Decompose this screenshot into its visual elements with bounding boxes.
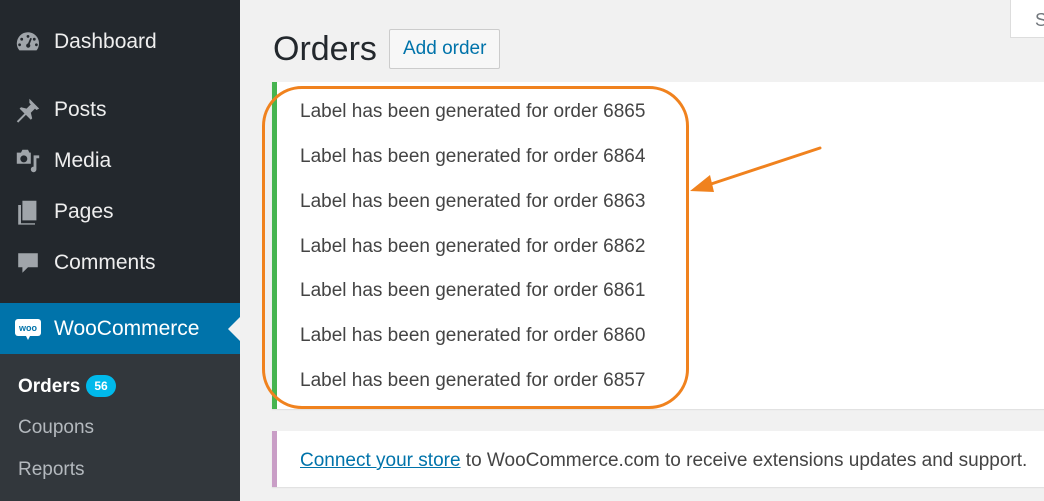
sidebar-item-label: Dashboard — [54, 30, 157, 53]
notice-message: Label has been generated for order 6861 — [300, 280, 646, 301]
sidebar-item-media[interactable]: Media — [0, 136, 240, 186]
submenu-item-label: Orders — [18, 376, 81, 397]
sidebar-item-dashboard[interactable]: Dashboard — [0, 17, 240, 67]
success-notice: Label has been generated for order 6865 … — [272, 82, 1044, 409]
orders-count-badge: 56 — [86, 375, 116, 397]
annotation-arrow-icon — [690, 146, 822, 192]
admin-sidebar: Dashboard Posts Media Pages Comments woo… — [0, 0, 240, 501]
page-title: Orders — [273, 30, 377, 68]
sidebar-item-label: Comments — [54, 251, 156, 274]
submenu-item-coupons[interactable]: Coupons — [18, 417, 94, 439]
screen-options-tab[interactable]: S — [1010, 0, 1044, 38]
notice-message: Label has been generated for order 6864 — [300, 146, 646, 167]
sidebar-item-label: Posts — [54, 98, 107, 121]
add-order-button[interactable]: Add order — [389, 29, 501, 69]
svg-text:woo: woo — [18, 323, 37, 333]
submenu-item-reports[interactable]: Reports — [18, 459, 85, 481]
submenu-item-label: Coupons — [18, 417, 95, 438]
notice-message: Label has been generated for order 6865 — [300, 101, 646, 122]
notice-message: Label has been generated for order 6860 — [300, 325, 646, 346]
pages-icon — [0, 198, 54, 226]
pin-icon — [0, 96, 54, 124]
sidebar-item-label: WooCommerce — [54, 317, 200, 340]
woocommerce-submenu: Orders 56 Coupons Reports — [0, 354, 240, 501]
sidebar-item-comments[interactable]: Comments — [0, 238, 240, 288]
connect-store-notice: Connect your store to WooCommerce.com to… — [272, 431, 1044, 487]
notice-message: Label has been generated for order 6857 — [300, 370, 646, 391]
sidebar-item-woocommerce[interactable]: woo WooCommerce — [0, 303, 240, 355]
connect-store-message: Connect your store to WooCommerce.com to… — [300, 450, 1027, 472]
sidebar-item-label: Pages — [54, 200, 114, 223]
submenu-item-orders[interactable]: Orders 56 — [18, 375, 116, 398]
submenu-item-label: Reports — [18, 459, 85, 480]
media-icon — [0, 147, 54, 175]
woo-icon: woo — [0, 315, 54, 343]
notice-message: Label has been generated for order 6862 — [300, 236, 646, 257]
connect-store-text: to WooCommerce.com to receive extensions… — [460, 450, 1028, 471]
comment-icon — [0, 249, 54, 277]
connect-store-link[interactable]: Connect your store — [300, 450, 461, 471]
sidebar-item-label: Media — [54, 149, 112, 172]
sidebar-item-posts[interactable]: Posts — [0, 85, 240, 135]
sidebar-item-pages[interactable]: Pages — [0, 187, 240, 237]
notice-message: Label has been generated for order 6863 — [300, 191, 646, 212]
dashboard-icon — [0, 28, 54, 56]
